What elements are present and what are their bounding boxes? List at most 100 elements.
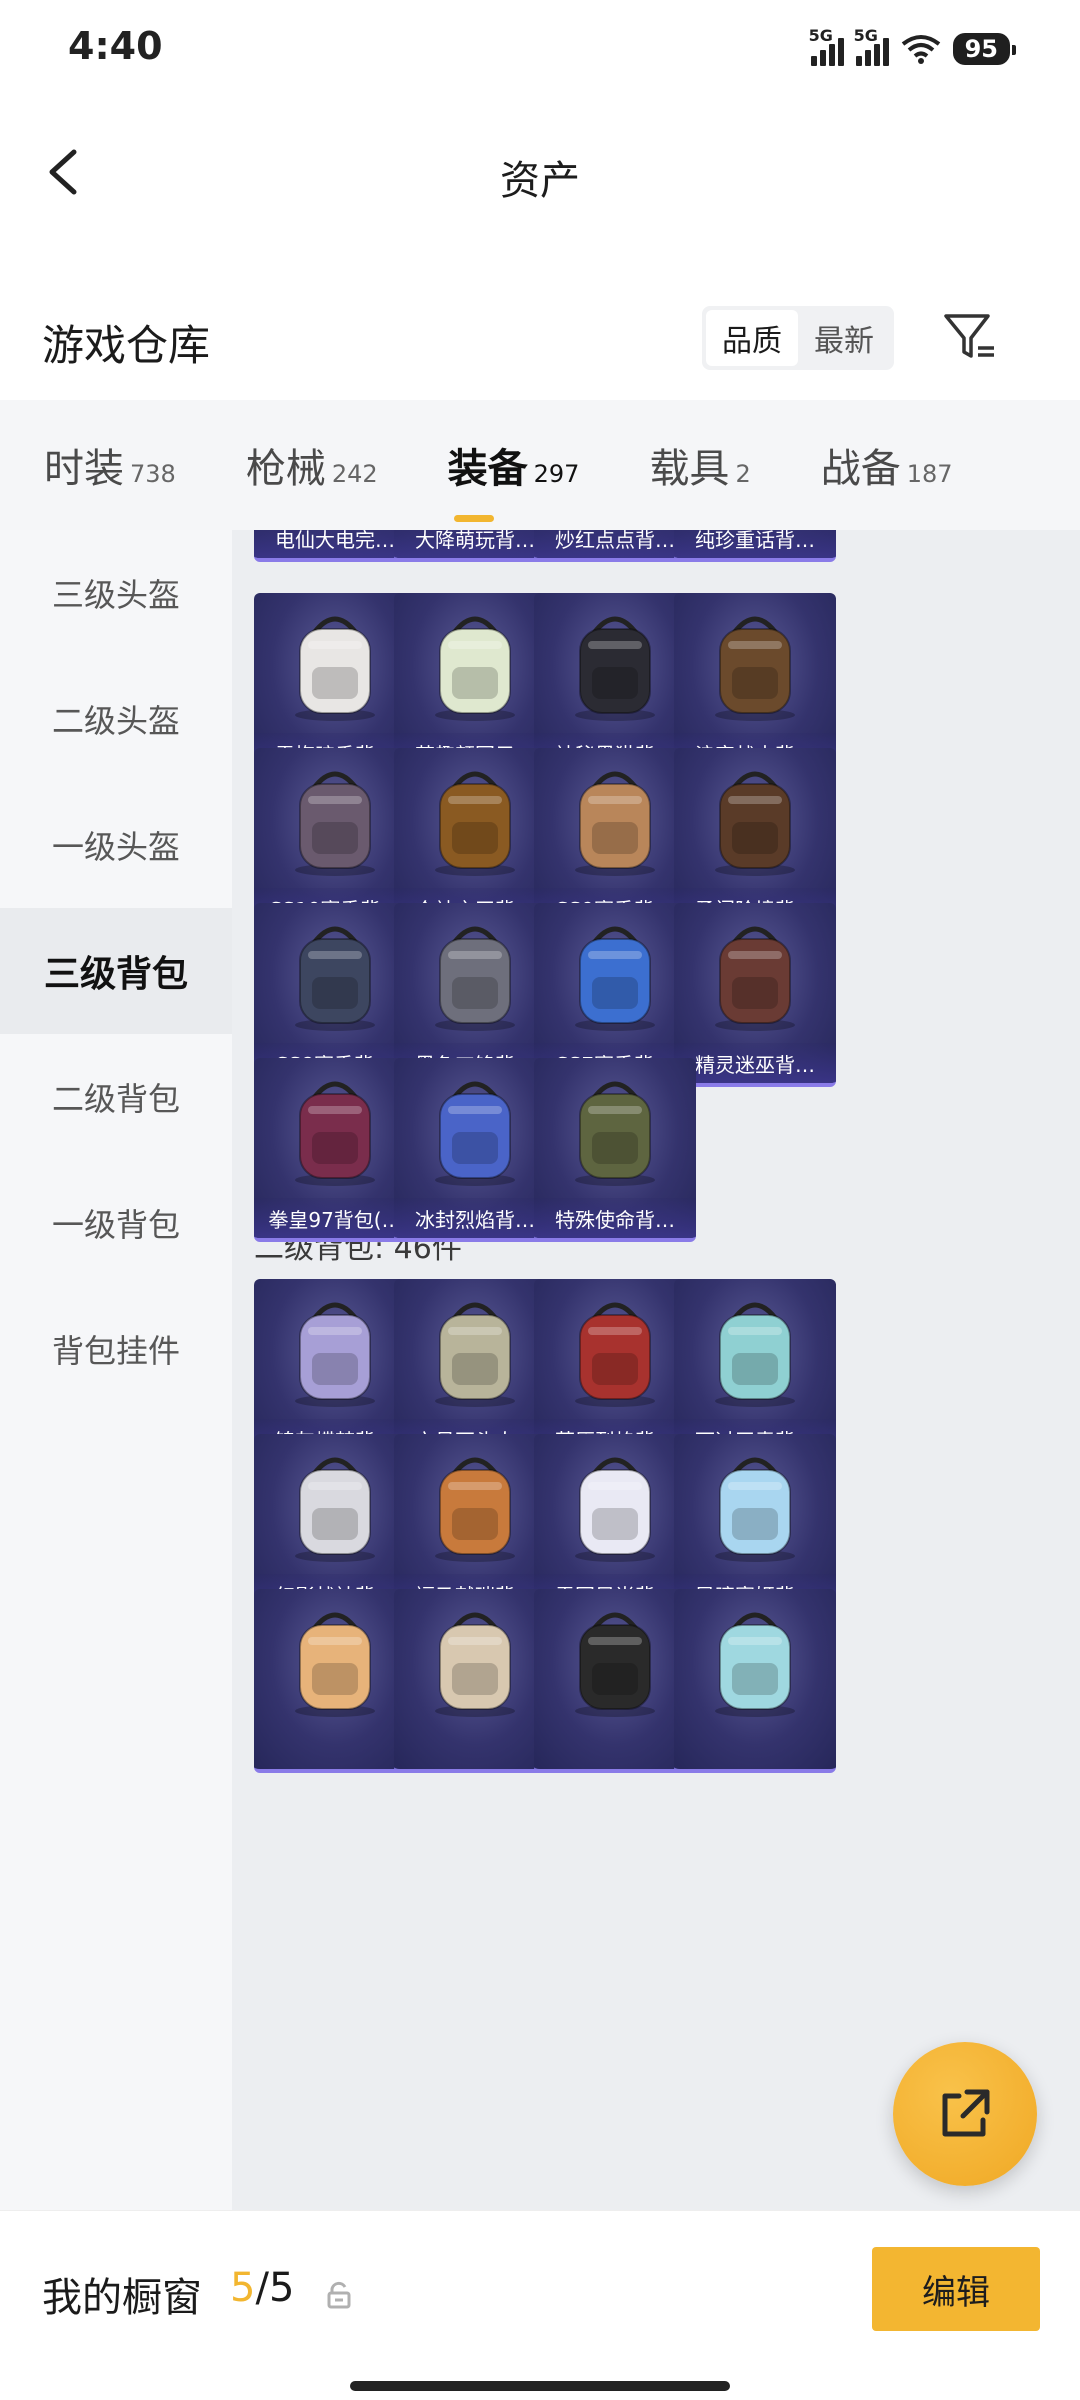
tab-label: 装备 bbox=[447, 446, 528, 492]
sidebar-item-level3-backpack[interactable]: 三级背包 bbox=[0, 908, 232, 1034]
backpack-elf-icon bbox=[700, 917, 810, 1033]
nav-bar: 资产 bbox=[0, 100, 1080, 250]
tab-count: 2 bbox=[735, 460, 751, 488]
backpack-item-card[interactable] bbox=[674, 1589, 836, 1773]
backpack-flame-icon bbox=[420, 1072, 530, 1188]
share-external-icon bbox=[942, 2089, 990, 2137]
partial-item-card[interactable]: 电仙大电完… bbox=[254, 530, 416, 562]
item-name-label: 大降萌玩背… bbox=[394, 530, 556, 558]
tab-fashion[interactable]: 时装 738 bbox=[44, 436, 176, 494]
warehouse-header: 游戏仓库 品质 最新 bbox=[0, 250, 1080, 400]
tab-count: 187 bbox=[906, 460, 953, 488]
showcase-count-current: 5 bbox=[230, 2265, 256, 2311]
warehouse-title: 游戏仓库 bbox=[42, 321, 211, 370]
cell-signal-icon: 5G bbox=[809, 26, 844, 66]
home-indicator[interactable] bbox=[350, 2381, 730, 2391]
backpack-item-card[interactable]: 拳皇97背包(… bbox=[254, 1058, 416, 1242]
backpack-ss8-icon bbox=[280, 917, 390, 1033]
backpack-item-card[interactable]: 冰封烈焰背… bbox=[394, 1058, 556, 1242]
tab-supplies[interactable]: 战备 187 bbox=[821, 436, 953, 494]
tab-count: 738 bbox=[130, 460, 176, 488]
backpack-horse-icon bbox=[420, 1448, 530, 1564]
sort-quality-option[interactable]: 品质 bbox=[706, 310, 798, 366]
tab-label: 战备 bbox=[820, 446, 901, 492]
backpack-phantom-icon bbox=[280, 1448, 390, 1564]
showcase-count: 5/5 bbox=[230, 2265, 294, 2311]
backpack-item-card[interactable] bbox=[254, 1589, 416, 1773]
item-name-label: 拳皇97背包(… bbox=[254, 1198, 416, 1238]
status-bar: 4:40 5G 5G 95 bbox=[0, 0, 1080, 100]
tab-weapons[interactable]: 枪械 242 bbox=[246, 436, 378, 494]
backpack-kof-icon bbox=[280, 1072, 390, 1188]
battery-indicator: 95 bbox=[952, 33, 1017, 65]
item-name-label: 炒红点点背… bbox=[534, 530, 696, 558]
backpack-ss10-icon bbox=[280, 762, 390, 878]
partial-item-card[interactable]: 大降萌玩背… bbox=[394, 530, 556, 562]
partial-item-card[interactable]: 炒红点点背… bbox=[534, 530, 696, 562]
tab-count: 242 bbox=[331, 460, 378, 488]
signal-type-label: 5G bbox=[808, 26, 833, 45]
sidebar-item-backpack-charm[interactable]: 背包挂件 bbox=[0, 1286, 232, 1412]
backpack-snow-icon bbox=[560, 1448, 670, 1564]
item-name-label: 特殊使命背… bbox=[534, 1198, 696, 1238]
signal-type-label: 5G bbox=[853, 26, 878, 45]
active-tab-indicator bbox=[453, 515, 494, 522]
tab-label: 载具 bbox=[649, 446, 730, 492]
partial-item-card[interactable]: 纯珍重话背… bbox=[674, 530, 836, 562]
backpack-bunny-icon bbox=[420, 1603, 530, 1719]
tab-vehicles[interactable]: 载具 2 bbox=[649, 436, 750, 494]
item-grid: 二级背包: 46件 电仙大电完…大降萌玩背…炒红点点背…纯珍重话背…雪梅暗香背…… bbox=[232, 530, 1080, 2210]
sidebar-item-level2-backpack[interactable]: 二级背包 bbox=[0, 1034, 232, 1160]
edit-button[interactable]: 编辑 bbox=[872, 2247, 1040, 2331]
showcase-bar: 我的橱窗 5/5 编辑 bbox=[0, 2210, 1080, 2400]
filter-button[interactable] bbox=[940, 308, 1000, 368]
backpack-butterfly-icon bbox=[280, 1293, 390, 1409]
share-button[interactable] bbox=[893, 2042, 1037, 2186]
item-name-label: 精灵迷巫背… bbox=[674, 1043, 836, 1083]
backpack-item-card[interactable]: 特殊使命背… bbox=[534, 1058, 696, 1242]
backpack-tactical-icon bbox=[560, 1072, 670, 1188]
sort-newest-option[interactable]: 最新 bbox=[798, 310, 890, 366]
sidebar-item-level2-helmet[interactable]: 二级头盔 bbox=[0, 656, 232, 782]
backpack-crystal-icon bbox=[700, 1603, 810, 1719]
showcase-count-total: 5 bbox=[268, 2265, 295, 2311]
backpack-donut-icon bbox=[280, 1603, 390, 1719]
item-name-label: 纯珍重话背… bbox=[674, 530, 836, 558]
backpack-sprout-icon bbox=[420, 607, 530, 723]
backpack-celadon-icon bbox=[700, 1293, 810, 1409]
backpack-item-card[interactable] bbox=[534, 1589, 696, 1773]
showcase-count-separator: / bbox=[255, 2265, 269, 2311]
backpack-ss7-icon bbox=[560, 917, 670, 1033]
tab-count: 297 bbox=[533, 460, 580, 488]
backpack-ss9-icon bbox=[560, 762, 670, 878]
status-time: 4:40 bbox=[68, 24, 163, 68]
sidebar-item-level1-helmet[interactable]: 一级头盔 bbox=[0, 782, 232, 908]
status-icons: 5G 5G 95 bbox=[809, 26, 1017, 72]
item-name-label: 电仙大电完… bbox=[254, 530, 416, 558]
backpack-cat-icon bbox=[560, 607, 670, 723]
backpack-plum-icon bbox=[280, 607, 390, 723]
showcase-title: 我的橱窗 bbox=[42, 2275, 202, 2321]
backpack-item-card[interactable]: 精灵迷巫背… bbox=[674, 903, 836, 1087]
backpack-blade-icon bbox=[420, 917, 530, 1033]
backpack-stone-icon bbox=[420, 1293, 530, 1409]
page-title: 资产 bbox=[500, 158, 580, 204]
backpack-wasteland-icon bbox=[560, 1293, 670, 1409]
filter-icon bbox=[944, 314, 994, 358]
sidebar-item-level3-helmet[interactable]: 三级头盔 bbox=[0, 530, 232, 656]
item-name-label: 冰封烈焰背… bbox=[394, 1198, 556, 1238]
tab-equipment[interactable]: 装备 297 bbox=[447, 436, 580, 522]
subcategory-sidebar: 三级头盔 二级头盔 一级头盔 三级背包 二级背包 一级背包 背包挂件 bbox=[0, 530, 232, 2210]
tab-label: 枪械 bbox=[245, 446, 326, 492]
backpack-black-icon bbox=[560, 1603, 670, 1719]
wifi-icon bbox=[901, 34, 941, 64]
backpack-item-card[interactable] bbox=[394, 1589, 556, 1773]
tab-label: 时装 bbox=[44, 446, 124, 492]
backpack-iceprincess-icon bbox=[700, 1448, 810, 1564]
backpack-explorer-icon bbox=[700, 762, 810, 878]
sidebar-item-level1-backpack[interactable]: 一级背包 bbox=[0, 1160, 232, 1286]
sort-toggle: 品质 最新 bbox=[702, 306, 894, 370]
backpack-gold-icon bbox=[420, 762, 530, 878]
category-tabs: 时装 738 枪械 242 装备 297 载具 2 战备 187 bbox=[0, 400, 1080, 530]
backpack-warrior-icon bbox=[700, 607, 810, 723]
